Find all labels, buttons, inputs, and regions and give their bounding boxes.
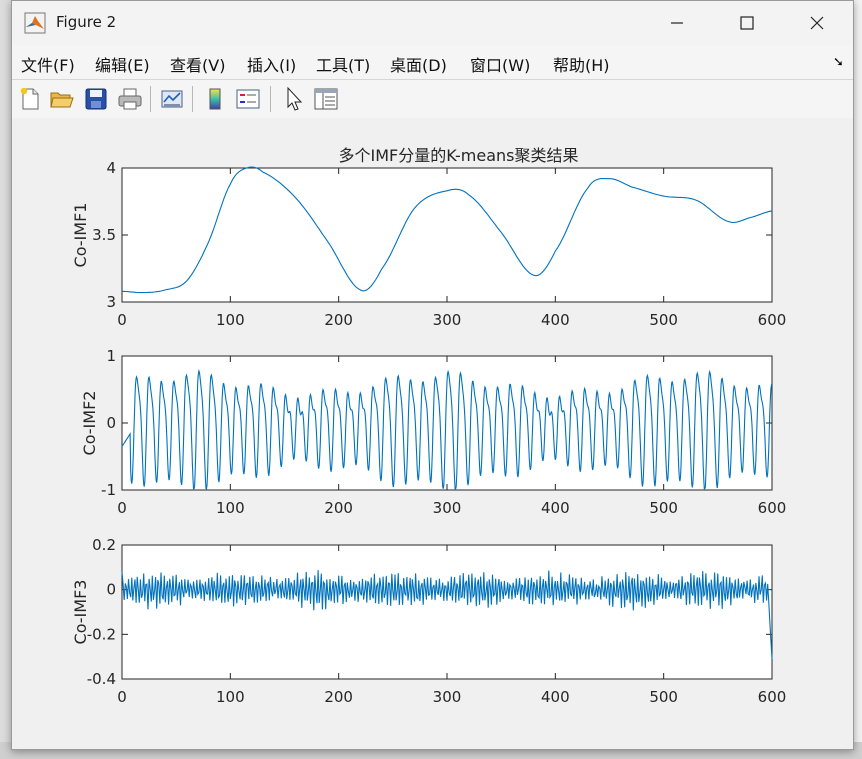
x-tick-label: 300 <box>433 499 462 517</box>
title-bar[interactable]: Figure 2 <box>12 1 853 45</box>
maximize-icon <box>740 16 754 30</box>
menu-help[interactable]: 帮助(H) <box>553 52 610 76</box>
y-tick-label: 4 <box>106 159 116 177</box>
close-button[interactable] <box>794 1 840 45</box>
toolbar-separator <box>150 86 151 112</box>
x-tick-label: 600 <box>758 688 787 706</box>
x-tick-label: 100 <box>216 311 245 329</box>
menu-view[interactable]: 查看(V) <box>170 52 225 76</box>
x-tick-label: 500 <box>649 688 678 706</box>
minimize-button[interactable] <box>654 1 700 45</box>
pointer-icon[interactable] <box>280 85 308 113</box>
print-icon[interactable] <box>116 85 144 113</box>
x-tick-label: 400 <box>541 688 570 706</box>
x-tick-label: 500 <box>649 499 678 517</box>
y-tick-label: 0 <box>106 581 116 599</box>
y-axis-label: Co-IMF2 <box>80 391 99 456</box>
open-file-icon[interactable] <box>48 85 76 113</box>
menu-insert[interactable]: 插入(I) <box>247 52 296 76</box>
x-tick-label: 400 <box>541 499 570 517</box>
y-axis-label: Co-IMF3 <box>71 580 90 645</box>
plot-area-3 <box>121 544 773 680</box>
new-figure-icon[interactable] <box>16 85 44 113</box>
y-tick-label: 1 <box>106 347 116 365</box>
x-tick-label: 600 <box>758 499 787 517</box>
x-tick-label: 300 <box>433 688 462 706</box>
link-plot-icon[interactable] <box>158 85 186 113</box>
x-tick-label: 0 <box>117 499 127 517</box>
y-tick-label: 3.5 <box>92 226 116 244</box>
dock-arrow-icon[interactable]: ➘ <box>833 55 844 70</box>
maximize-button[interactable] <box>724 1 770 45</box>
x-tick-label: 200 <box>324 688 353 706</box>
figure-canvas: 多个IMF分量的K-means聚类结果 0 100 200 300 400 500 600 3… <box>12 118 853 749</box>
x-tick-label: 300 <box>433 311 462 329</box>
minimize-icon <box>671 22 683 24</box>
subplots: 0 100 200 300 400 500 60033.54Co-IMF10 100 200 30… <box>71 159 787 706</box>
x-tick-label: 600 <box>758 311 787 329</box>
y-tick-label: 3 <box>106 293 116 311</box>
matlab-logo-icon <box>24 12 46 34</box>
x-tick-label: 100 <box>216 499 245 517</box>
property-editor-icon[interactable] <box>312 85 340 113</box>
close-icon <box>810 16 824 30</box>
menu-file[interactable]: 文件(F) <box>21 52 75 76</box>
y-axis-label: Co-IMF1 <box>71 203 90 268</box>
x-tick-label: 400 <box>541 311 570 329</box>
x-tick-label: 200 <box>324 499 353 517</box>
x-tick-label: 0 <box>117 688 127 706</box>
y-tick-label: -0.4 <box>87 670 116 688</box>
y-tick-label: -0.2 <box>87 625 116 643</box>
menu-bar: 文件(F) 编辑(E) 查看(V) 插入(I) 工具(T) 桌面(D) 窗口(W… <box>12 45 853 79</box>
menu-tools[interactable]: 工具(T) <box>316 52 370 76</box>
plot-area-1 <box>121 167 773 303</box>
x-tick-label: 100 <box>216 688 245 706</box>
menu-window[interactable]: 窗口(W) <box>470 52 530 76</box>
y-tick-label: 0.2 <box>92 536 116 554</box>
legend-icon[interactable] <box>234 85 262 113</box>
x-tick-label: 200 <box>324 311 353 329</box>
x-tick-label: 500 <box>649 311 678 329</box>
menu-desktop[interactable]: 桌面(D) <box>390 52 447 76</box>
toolbar <box>12 79 853 119</box>
toolbar-separator <box>270 86 271 112</box>
y-tick-label: -1 <box>101 481 116 499</box>
window-title: Figure 2 <box>56 13 117 31</box>
figure-window: Figure 2 文件(F) 编辑(E) 查看(V) 插入(I) 工具(T) 桌… <box>11 0 854 750</box>
toolbar-separator <box>192 86 193 112</box>
menu-edit[interactable]: 编辑(E) <box>95 52 150 76</box>
save-icon[interactable] <box>82 85 110 113</box>
y-tick-label: 0 <box>106 414 116 432</box>
x-tick-label: 0 <box>117 311 127 329</box>
colorbar-icon[interactable] <box>201 85 229 113</box>
